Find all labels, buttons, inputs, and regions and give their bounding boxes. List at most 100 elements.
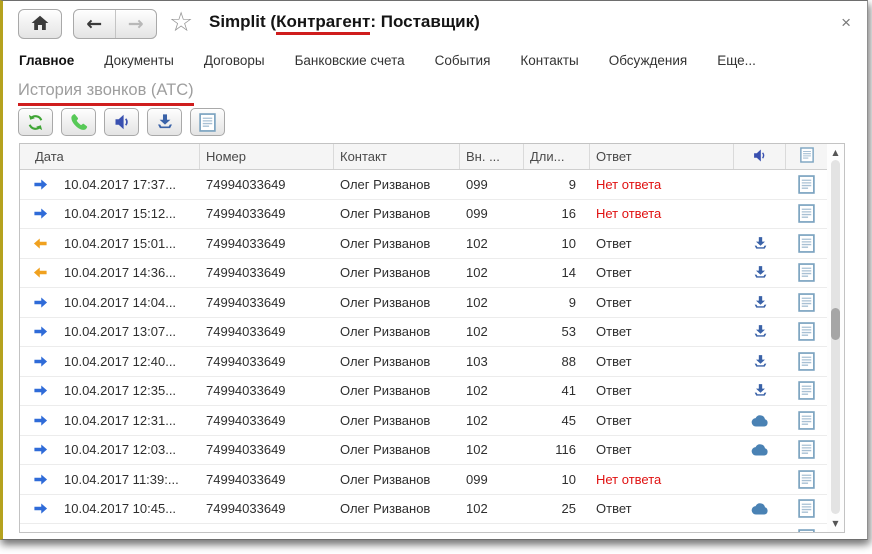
cell-contact: Олег Ризванов <box>334 442 460 457</box>
table-row[interactable]: 10.04.2017 10:45...74994033649Олег Ризва… <box>20 495 827 525</box>
scroll-down-icon[interactable]: ▼ <box>827 519 844 528</box>
section-title: История звонков (АТС) <box>18 81 194 106</box>
tab-4[interactable]: Банковские счета <box>295 53 405 68</box>
note-icon[interactable] <box>786 322 827 341</box>
tab-6[interactable]: Контакты <box>520 53 578 68</box>
cell-internal: 099 <box>460 177 524 192</box>
note-icon[interactable] <box>786 381 827 400</box>
cell-contact: Олег Ризванов <box>334 236 460 251</box>
home-icon <box>31 15 49 34</box>
table-row[interactable]: 10.04.2017 14:04...74994033649Олег Ризва… <box>20 288 827 318</box>
cell-answer: Ответ <box>590 383 734 398</box>
table-row[interactable]: 10.04.2017 10:33...74994033649Олег Ризва… <box>20 524 827 533</box>
column-header-answer[interactable]: Ответ <box>590 144 734 169</box>
download-record-icon[interactable] <box>734 295 786 310</box>
tab-8[interactable]: Еще... <box>717 53 756 68</box>
cell-internal: 102 <box>460 265 524 280</box>
incoming-call-icon <box>20 237 60 250</box>
table-row[interactable]: 10.04.2017 11:39:...74994033649Олег Ризв… <box>20 465 827 495</box>
phone-icon <box>69 112 89 132</box>
note-icon[interactable] <box>786 470 827 489</box>
tab-3[interactable]: Договоры <box>204 53 265 68</box>
cell-contact: Олег Ризванов <box>334 413 460 428</box>
note-icon[interactable] <box>786 293 827 312</box>
speaker-icon <box>752 148 767 166</box>
table-row[interactable]: 10.04.2017 12:35...74994033649Олег Ризва… <box>20 377 827 407</box>
download-record-icon[interactable] <box>734 236 786 251</box>
back-button[interactable]: ← <box>74 10 116 38</box>
outgoing-call-icon <box>20 532 60 533</box>
cell-internal: 102 <box>460 413 524 428</box>
table-row[interactable]: 10.04.2017 14:36...74994033649Олег Ризва… <box>20 259 827 289</box>
note-icon[interactable] <box>786 499 827 518</box>
download-record-icon[interactable] <box>734 265 786 280</box>
tab-5[interactable]: События <box>435 53 491 68</box>
table-row[interactable]: 10.04.2017 12:31...74994033649Олег Ризва… <box>20 406 827 436</box>
column-header-date[interactable]: Дата <box>20 144 200 169</box>
cell-duration: 9 <box>524 177 590 192</box>
cloud-record-icon[interactable] <box>734 443 786 456</box>
note-icon[interactable] <box>786 411 827 430</box>
tab-7[interactable]: Обсуждения <box>609 53 687 68</box>
cell-contact: Олег Ризванов <box>334 295 460 310</box>
scrollbar-track[interactable] <box>831 160 840 514</box>
scrollbar-thumb[interactable] <box>831 308 840 340</box>
speaker-icon <box>113 113 131 131</box>
outgoing-call-icon <box>20 207 60 220</box>
scroll-up-icon[interactable]: ▲ <box>827 148 844 157</box>
cell-number: 74994033649 <box>200 295 334 310</box>
note-icon[interactable] <box>786 204 827 223</box>
close-icon[interactable]: × <box>841 14 851 31</box>
tab-2[interactable]: Документы <box>104 53 174 68</box>
cell-number: 74994033649 <box>200 472 334 487</box>
download-record-icon[interactable] <box>734 324 786 339</box>
tab-1[interactable]: Главное <box>19 53 74 68</box>
table-row[interactable]: 10.04.2017 12:03...74994033649Олег Ризва… <box>20 436 827 466</box>
download-record-icon[interactable] <box>734 383 786 398</box>
title-suffix: : Поставщик) <box>370 12 479 31</box>
cell-number: 74994033649 <box>200 442 334 457</box>
cloud-record-icon[interactable] <box>734 414 786 427</box>
column-header-internal[interactable]: Вн. ... <box>460 144 524 169</box>
cell-contact: Олег Ризванов <box>334 501 460 516</box>
note-icon[interactable] <box>786 263 827 282</box>
column-header-contact[interactable]: Контакт <box>334 144 460 169</box>
note-icon[interactable] <box>786 234 827 253</box>
cell-contact: Олег Ризванов <box>334 177 460 192</box>
home-button[interactable] <box>18 9 62 39</box>
outgoing-call-icon <box>20 414 60 427</box>
cell-internal: 103 <box>460 354 524 369</box>
table-row[interactable]: 10.04.2017 13:07...74994033649Олег Ризва… <box>20 318 827 348</box>
note-icon[interactable] <box>786 352 827 371</box>
table-row[interactable]: 10.04.2017 15:12...74994033649Олег Ризва… <box>20 200 827 230</box>
cell-internal: 102 <box>460 383 524 398</box>
favorite-star-icon[interactable]: ☆ <box>169 8 193 38</box>
cell-duration: 53 <box>524 324 590 339</box>
column-header-number[interactable]: Номер <box>200 144 334 169</box>
refresh-button[interactable] <box>18 108 53 136</box>
cloud-record-icon[interactable] <box>734 502 786 515</box>
speaker-button[interactable] <box>104 108 139 136</box>
table-row[interactable]: 10.04.2017 15:01...74994033649Олег Ризва… <box>20 229 827 259</box>
note-icon[interactable] <box>786 175 827 194</box>
phone-button[interactable] <box>61 108 96 136</box>
note-icon[interactable] <box>786 440 827 459</box>
note-icon[interactable] <box>786 529 827 533</box>
title-bar: ← → ☆ Simplit (Контрагент: Поставщик) × <box>3 1 867 47</box>
download-record-icon[interactable] <box>734 531 786 533</box>
toolbar <box>18 108 225 136</box>
column-header-record[interactable] <box>734 144 786 169</box>
cell-date: 10.04.2017 15:12... <box>60 206 200 221</box>
outgoing-call-icon <box>20 384 60 397</box>
cell-answer: Ответ <box>590 295 734 310</box>
note-button[interactable] <box>190 108 225 136</box>
column-header-duration[interactable]: Дли... <box>524 144 590 169</box>
table-row[interactable]: 10.04.2017 17:37...74994033649Олег Ризва… <box>20 170 827 200</box>
table-row[interactable]: 10.04.2017 12:40...74994033649Олег Ризва… <box>20 347 827 377</box>
column-header-note[interactable] <box>786 144 827 169</box>
outgoing-call-icon <box>20 443 60 456</box>
download-button[interactable] <box>147 108 182 136</box>
cell-duration: 88 <box>524 354 590 369</box>
forward-button[interactable]: → <box>116 10 157 38</box>
download-record-icon[interactable] <box>734 354 786 369</box>
